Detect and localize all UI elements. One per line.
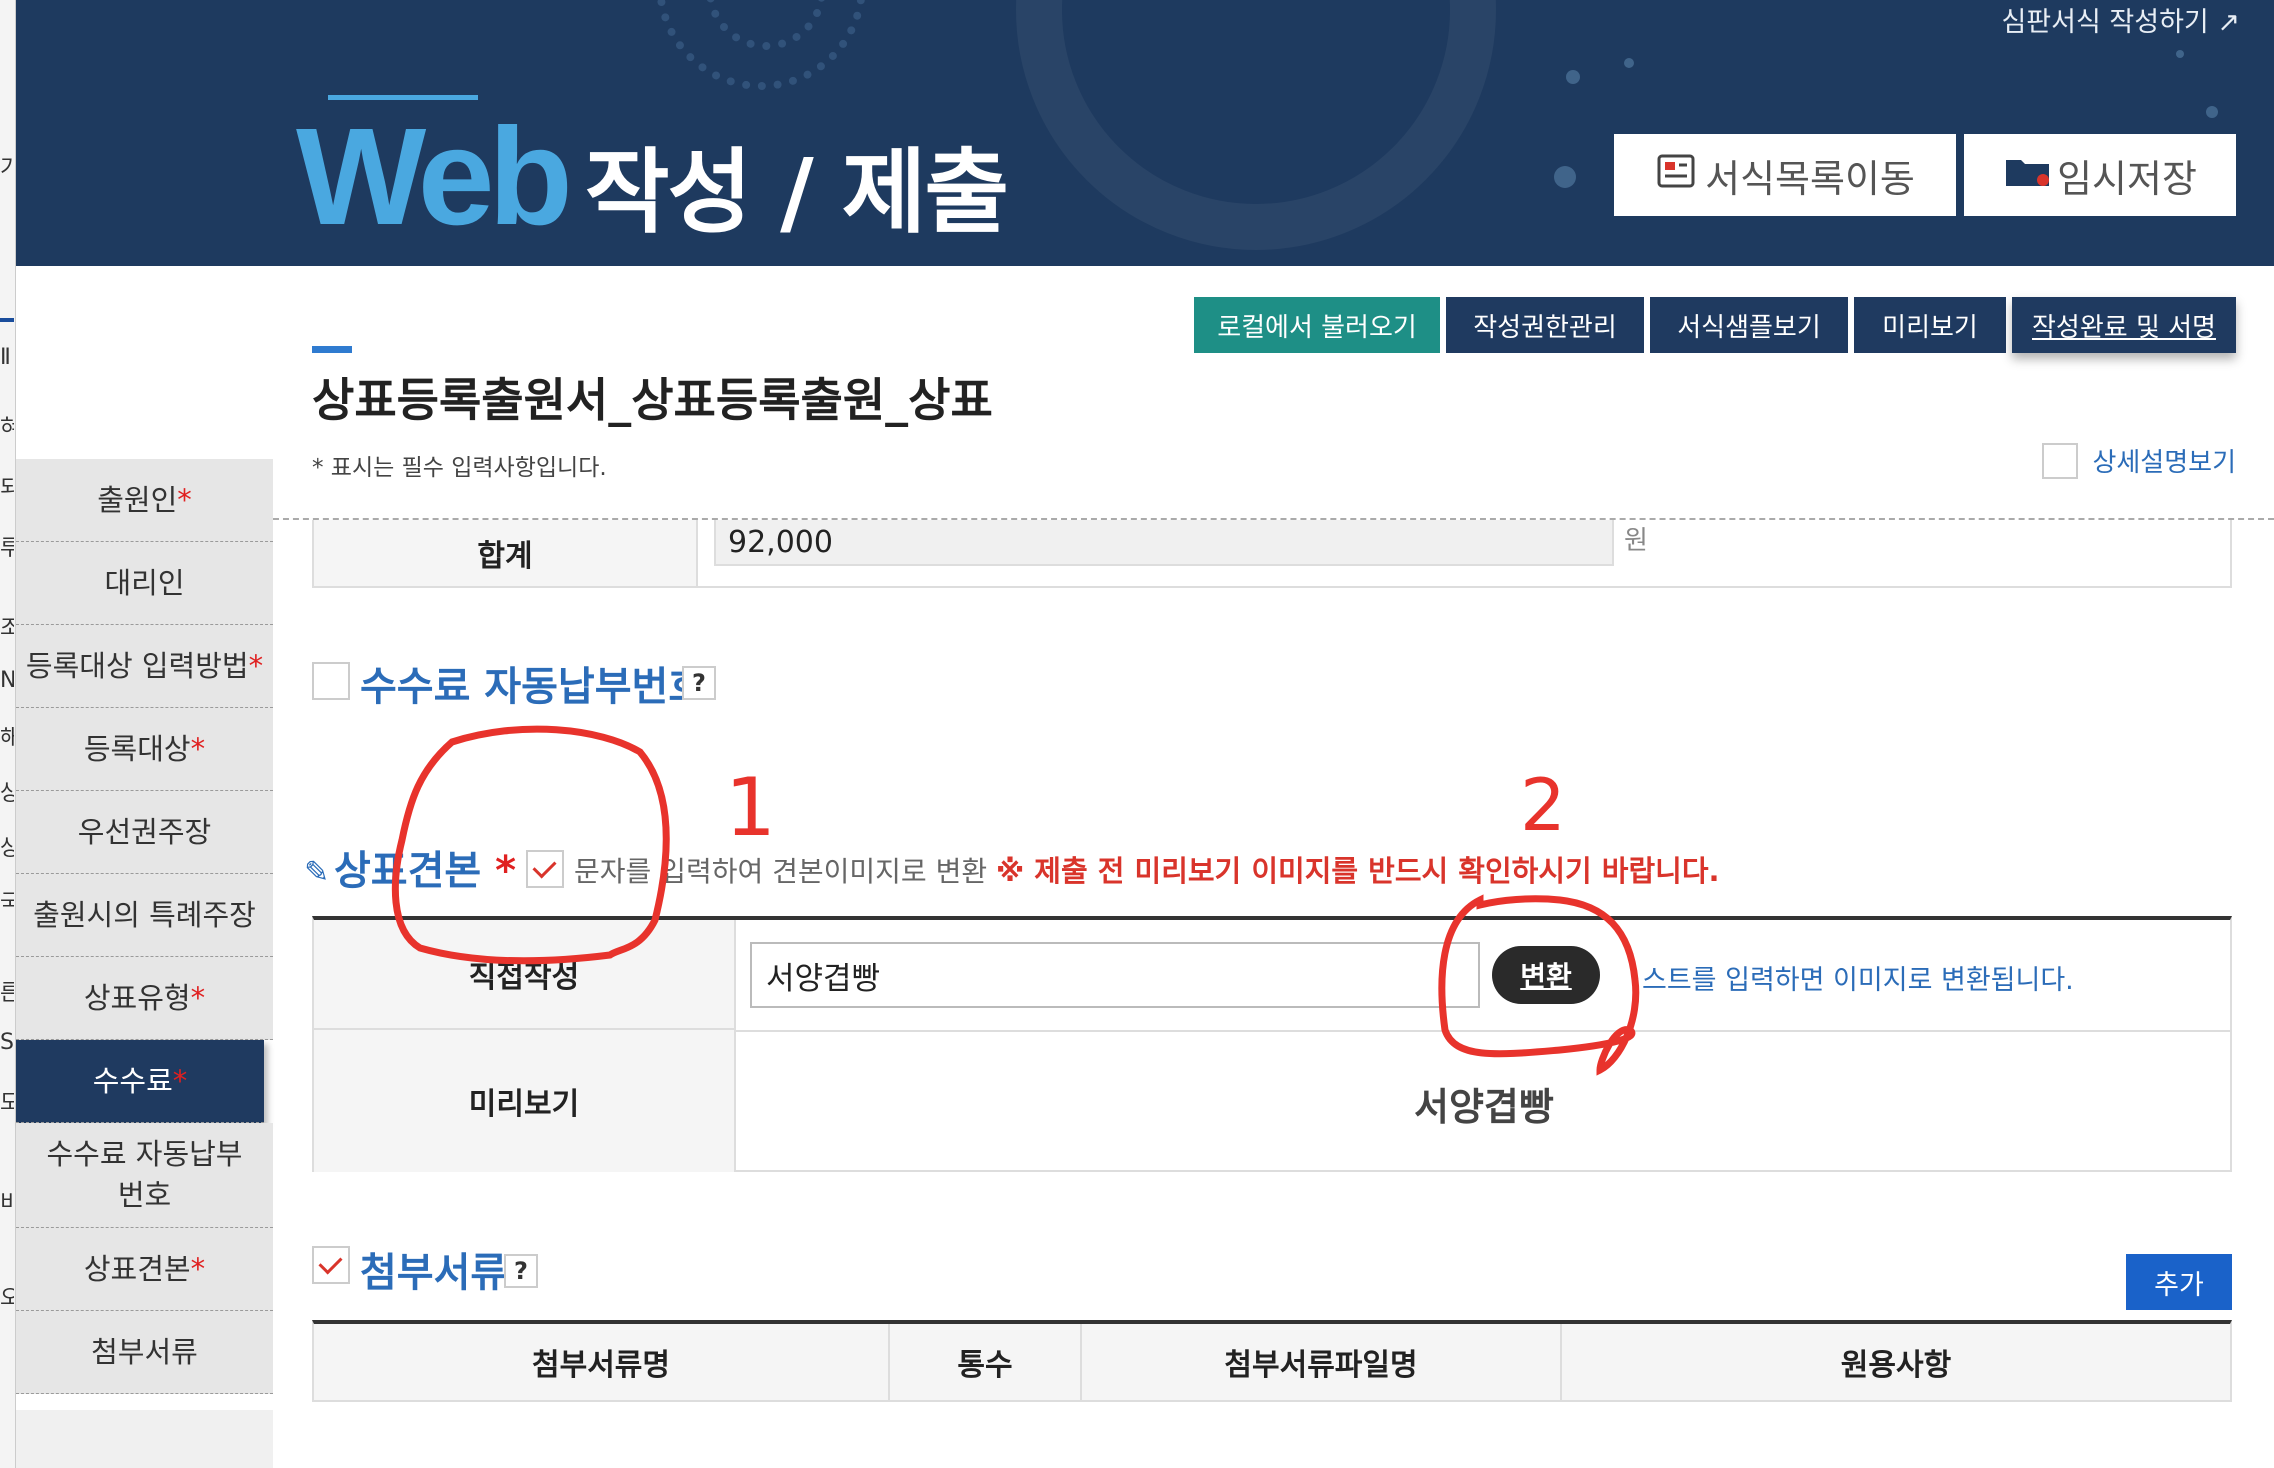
sidebar-item-priority[interactable]: 우선권주장 xyxy=(16,791,273,874)
sidebar-item-input-method[interactable]: 등록대상 입력방법 * xyxy=(16,625,273,708)
detail-checkbox[interactable] xyxy=(2042,442,2079,479)
fee-total-row: 합계 92,000 원 xyxy=(312,520,2232,588)
background-window-edge: 기 Ⅱ 혀 되 루 조 N 해 상 상 국 른 SI 모 비 오 xyxy=(0,0,16,1468)
sidebar-item-agent[interactable]: 대리인 xyxy=(16,542,273,625)
mark-text-input[interactable] xyxy=(750,942,1480,1008)
form-list-icon xyxy=(1655,152,1701,199)
sample-button[interactable]: 서식샘플보기 xyxy=(1650,297,1848,353)
preview-button[interactable]: 미리보기 xyxy=(1854,297,2006,353)
web-title: Web 작성 / 제출 xyxy=(296,98,1009,254)
fee-unit: 원 xyxy=(1624,526,1648,556)
auto-pay-help-icon[interactable]: ? xyxy=(682,666,716,700)
annotation-number-2: 2 xyxy=(1520,763,1566,847)
preview-warning: ※ 제출 전 미리보기 이미지를 반드시 확인하시기 바랍니다. xyxy=(996,854,1720,888)
form-list-button[interactable]: 서식목록이동 xyxy=(1614,134,1956,216)
convert-hint: 스트를 입력하면 이미지로 변환됩니다. xyxy=(1642,965,2074,996)
mark-preview-text: 서양겹빵 xyxy=(1414,1085,1554,1129)
trial-form-link[interactable]: 심판서식 작성하기 ↗ xyxy=(2001,0,2240,39)
attachments-help-icon[interactable]: ? xyxy=(504,1254,538,1288)
annotation-number-1: 1 xyxy=(725,761,776,854)
web-title-web: Web xyxy=(296,100,573,254)
direct-input-label: 직접작성 xyxy=(314,920,736,1030)
text-convert-label: 문자를 입력하여 견본이미지로 변환 xyxy=(574,855,988,888)
sidebar-item-fee[interactable]: 수수료 * xyxy=(16,1040,264,1123)
auto-pay-title: 수수료 자동납부번호 xyxy=(360,664,706,710)
sidebar-item-special-claim[interactable]: 출원시의 특례주장 xyxy=(16,874,273,957)
text-convert-checkbox[interactable] xyxy=(526,850,564,888)
add-attachment-button[interactable]: 추가 xyxy=(2126,1254,2232,1310)
sidebar-item-mark-type[interactable]: 상표유형 * xyxy=(16,957,273,1040)
pencil-icon: ✎ xyxy=(304,855,330,890)
sidebar-item-attachments[interactable]: 첨부서류 xyxy=(16,1311,273,1394)
sidebar-footer xyxy=(16,1410,273,1468)
auto-pay-checkbox[interactable] xyxy=(312,662,350,700)
attachments-title: 첨부서류 xyxy=(360,1250,508,1296)
fee-total-label: 합계 xyxy=(314,520,698,586)
fee-total-value: 92,000 xyxy=(714,520,1614,566)
load-local-button[interactable]: 로컬에서 불러오기 xyxy=(1194,297,1440,353)
sidebar-item-auto-pay[interactable]: 수수료 자동납부번호 xyxy=(16,1123,273,1228)
folder-icon xyxy=(2003,152,2053,199)
column-copies: 통수 xyxy=(890,1324,1082,1400)
title-accent xyxy=(312,346,352,353)
attachments-table-header: 첨부서류명 통수 첨부서류파일명 원용사항 xyxy=(312,1320,2232,1402)
external-link-icon: ↗ xyxy=(2217,7,2240,38)
convert-button[interactable]: 변환 xyxy=(1492,946,1600,1004)
preview-label: 미리보기 xyxy=(314,1030,736,1172)
column-file-name: 첨부서류파일명 xyxy=(1082,1324,1562,1400)
sidebar-item-registration-target[interactable]: 등록대상 * xyxy=(16,708,273,791)
column-citation: 원용사항 xyxy=(1840,1348,1952,1383)
form-title: 상표등록출원서_상표등록출원_상표 xyxy=(312,373,993,427)
mark-sample-table: 직접작성 변환 스트를 입력하면 이미지로 변환됩니다. 미리보기 서양겹빵 xyxy=(312,916,2232,1172)
mark-sample-title: 상표견본 * xyxy=(334,848,517,894)
temp-save-button[interactable]: 임시저장 xyxy=(1964,134,2236,216)
sidebar-nav: 출원인 * 대리인 등록대상 입력방법 * 등록대상 * 우선권주장 출원시의 특례주… xyxy=(16,459,273,1394)
sidebar-item-mark-sample[interactable]: 상표견본 * xyxy=(16,1228,273,1311)
web-title-text: 작성 / 제출 xyxy=(584,139,1009,246)
sidebar-item-applicant[interactable]: 출원인 * xyxy=(16,459,273,542)
required-note: * 표시는 필수 입력사항입니다. xyxy=(312,455,607,481)
attachments-checkbox[interactable] xyxy=(312,1246,350,1284)
permission-button[interactable]: 작성권한관리 xyxy=(1446,297,1644,353)
detail-label: 상세설명보기 xyxy=(2092,448,2236,478)
complete-sign-button[interactable]: 작성완료 및 서명 xyxy=(2012,297,2236,353)
table-row-divider xyxy=(736,1030,2232,1032)
column-attachment-name: 첨부서류명 xyxy=(314,1324,890,1400)
detail-toggle[interactable]: 상세설명보기 xyxy=(2042,442,2236,479)
